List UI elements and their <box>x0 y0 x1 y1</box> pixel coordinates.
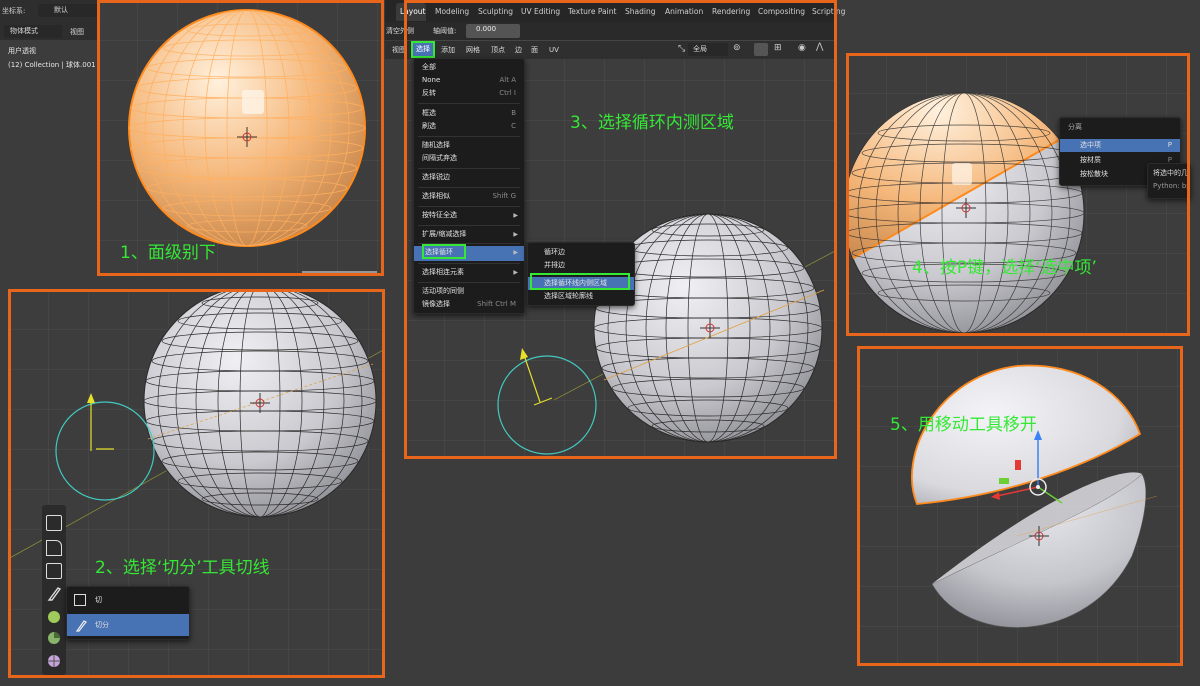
mode-dropdown[interactable]: 物体模式 <box>4 25 62 38</box>
mode-value: 物体模式 <box>10 27 38 35</box>
view-menu[interactable]: 视图 <box>70 27 84 37</box>
step-1-label: 1、面级别下 <box>120 243 216 263</box>
coord-dropdown[interactable]: 默认 <box>38 4 98 17</box>
step-3-label: 3、选择循环内测区域 <box>570 113 734 133</box>
panel-2-frame <box>8 289 385 678</box>
panel-5-frame <box>857 346 1183 666</box>
step-5-label: 5、用移动工具移开 <box>890 415 1037 435</box>
step-4-label: 4、按P键，选择‘选中项’ <box>912 258 1097 278</box>
step-2-label: 2、选择‘切分’工具切线 <box>95 558 270 578</box>
viewport-info: 用户透视 <box>8 47 36 55</box>
panel-4-frame <box>846 53 1190 336</box>
coord-label: 坐标系: <box>2 7 26 15</box>
collection-info: (12) Collection | 球体.001 <box>8 61 96 69</box>
coord-value: 默认 <box>54 6 68 14</box>
panel-1-frame <box>97 0 384 276</box>
panel-3-frame <box>404 0 837 459</box>
